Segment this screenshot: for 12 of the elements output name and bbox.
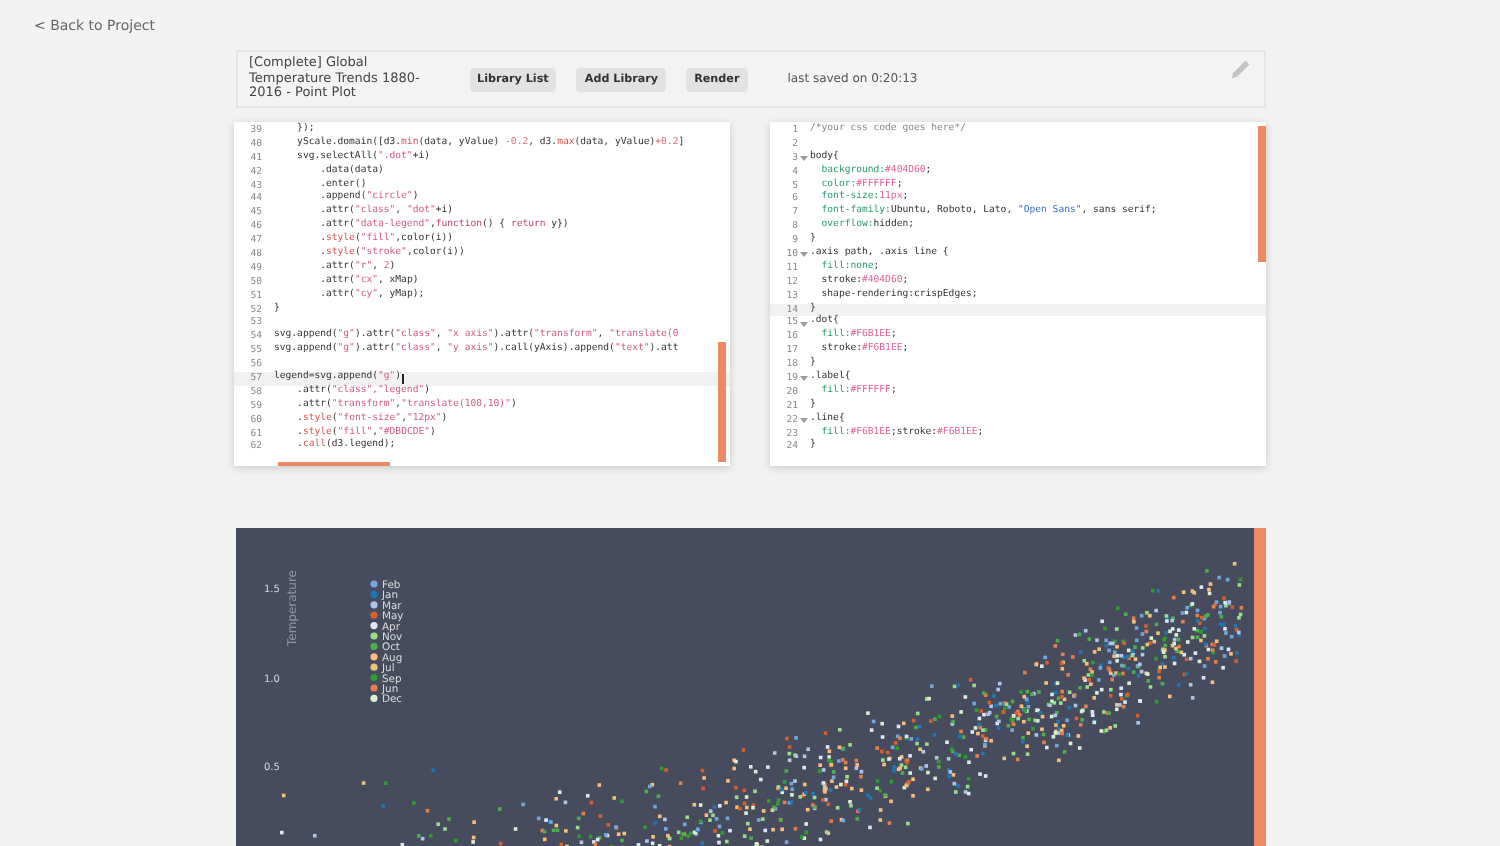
fold-caret-icon[interactable] — [800, 374, 808, 383]
js-code-editor[interactable] — [234, 122, 730, 466]
scrollbar-thumb[interactable] — [1253, 528, 1265, 846]
css-code-editor[interactable] — [770, 122, 1266, 466]
fold-caret-icon[interactable] — [800, 154, 808, 163]
scrollbar-thumb[interactable] — [1258, 126, 1266, 262]
scrollbar-thumb[interactable] — [278, 461, 390, 466]
fold-caret-icon[interactable] — [800, 416, 808, 425]
fold-caret-icon[interactable] — [800, 250, 808, 259]
pencil-icon[interactable] — [1229, 58, 1251, 80]
fold-caret-icon[interactable] — [800, 319, 808, 328]
scrollbar-thumb[interactable] — [718, 342, 726, 462]
